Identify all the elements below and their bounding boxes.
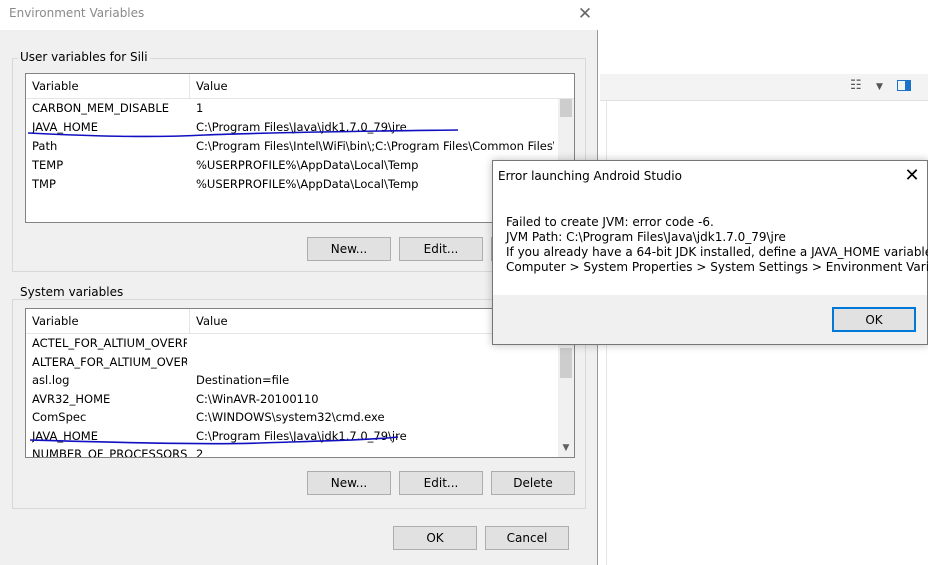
error-line-2: JVM Path: C:\Program Files\Java\jdk1.7.0… (506, 230, 786, 244)
error-message-area: Failed to create JVM: error code -6. JVM… (493, 191, 928, 295)
user-java-home-underline (27, 129, 459, 138)
error-ok-button[interactable]: OK (832, 307, 916, 332)
error-dialog-title: Error launching Android Studio (498, 169, 682, 183)
error-line-1: Failed to create JVM: error code -6. (506, 215, 714, 229)
error-close-icon[interactable]: ✕ (899, 164, 925, 188)
system-java-home-underline (29, 436, 399, 445)
error-line-3: If you already have a 64-bit JDK install… (506, 245, 928, 259)
error-dialog: Error launching Android Studio ✕ Failed … (492, 160, 928, 345)
error-line-4: Computer > System Properties > System Se… (506, 260, 928, 274)
